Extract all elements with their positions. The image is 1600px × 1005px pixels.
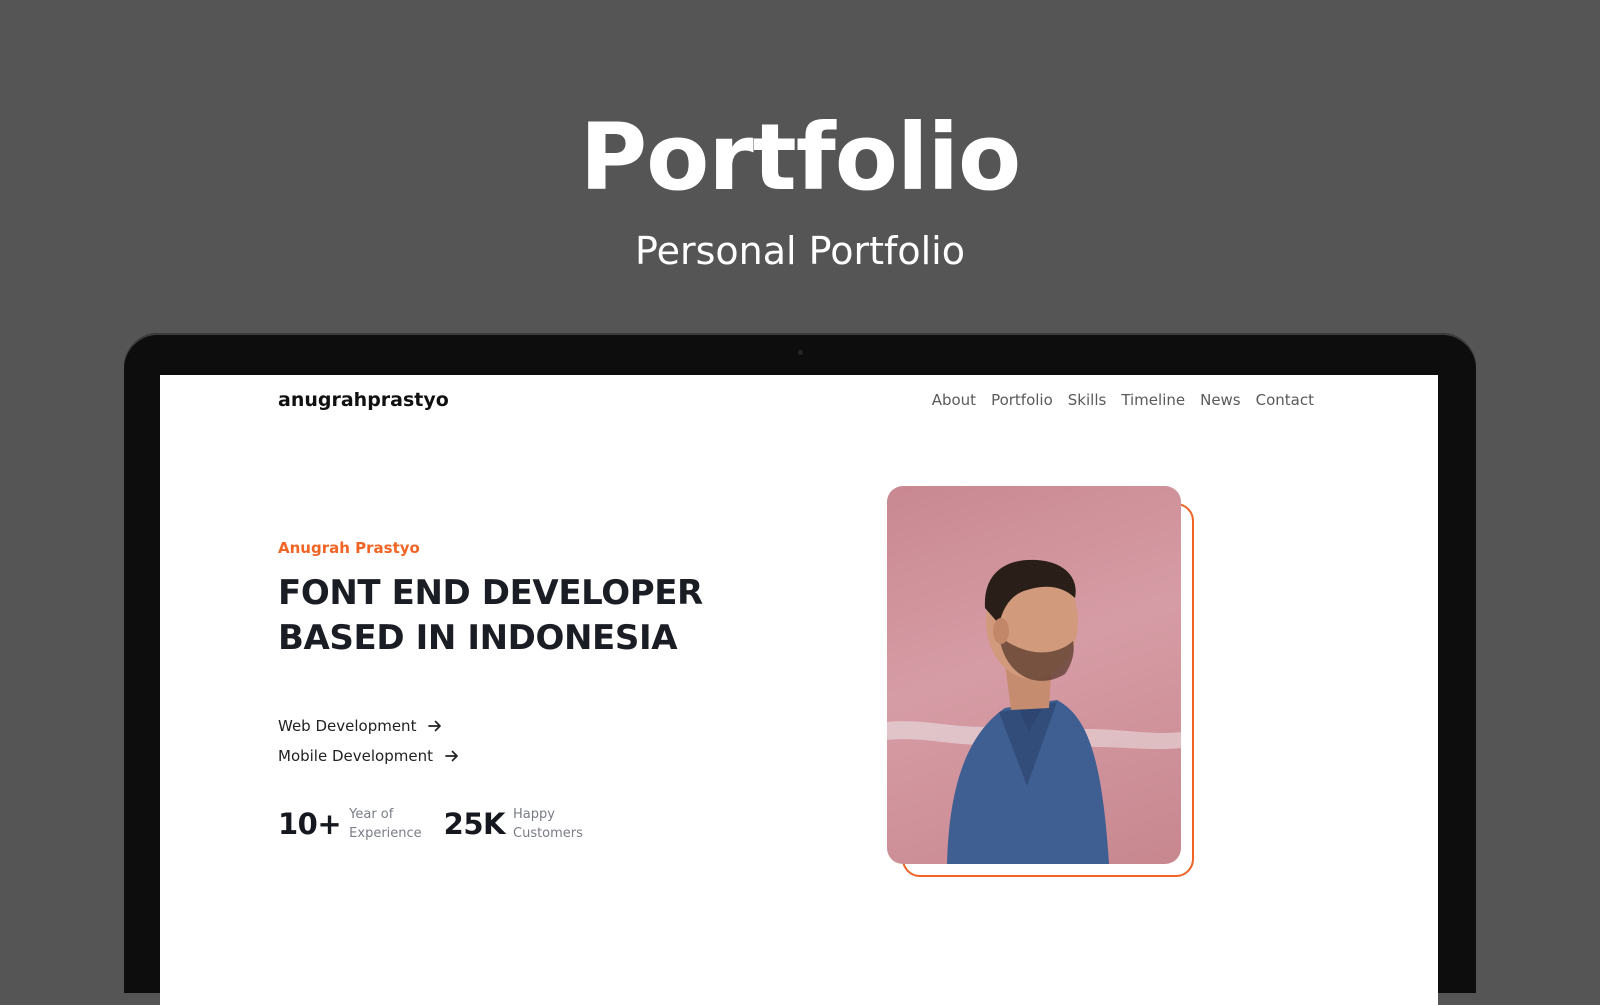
stat-label: Year of Experience bbox=[349, 805, 422, 843]
service-web-development[interactable]: Web Development bbox=[278, 711, 459, 741]
hero-name: Anugrah Prastyo bbox=[278, 539, 420, 557]
stat-value: 25K bbox=[443, 807, 506, 841]
nav-portfolio[interactable]: Portfolio bbox=[991, 391, 1053, 409]
website-screen: anugrahprastyo About Portfolio Skills Ti… bbox=[160, 375, 1438, 1005]
service-label: Mobile Development bbox=[278, 747, 433, 765]
arrow-right-icon bbox=[445, 749, 459, 763]
headline-line-2: BASED IN INDONESIA bbox=[278, 618, 678, 658]
site-logo[interactable]: anugrahprastyo bbox=[278, 389, 449, 411]
nav-contact[interactable]: Contact bbox=[1256, 391, 1314, 409]
hero-headline: FONT END DEVELOPER BASED IN INDONESIA bbox=[278, 571, 838, 661]
stat-value: 10+ bbox=[278, 807, 342, 841]
service-mobile-development[interactable]: Mobile Development bbox=[278, 741, 459, 771]
laptop-frame: anugrahprastyo About Portfolio Skills Ti… bbox=[124, 333, 1476, 1005]
stat-label-line-1: Year of bbox=[349, 807, 394, 822]
nav-timeline[interactable]: Timeline bbox=[1121, 391, 1185, 409]
nav-about[interactable]: About bbox=[932, 391, 976, 409]
stats: 10+ Year of Experience 25K Happy Custome… bbox=[278, 805, 583, 843]
stat-experience: 10+ Year of Experience bbox=[278, 805, 422, 843]
service-label: Web Development bbox=[278, 717, 417, 735]
nav-skills[interactable]: Skills bbox=[1068, 391, 1107, 409]
arrow-right-icon bbox=[428, 719, 442, 733]
banner-title: Portfolio bbox=[579, 104, 1022, 211]
nav-news[interactable]: News bbox=[1200, 391, 1241, 409]
stat-label-line-1: Happy bbox=[513, 807, 555, 822]
stat-label-line-2: Experience bbox=[349, 826, 422, 841]
headline-line-1: FONT END DEVELOPER bbox=[278, 573, 703, 613]
stat-label: Happy Customers bbox=[513, 805, 583, 843]
camera-icon bbox=[798, 350, 803, 355]
stat-label-line-2: Customers bbox=[513, 826, 583, 841]
profile-photo bbox=[887, 486, 1181, 864]
stat-customers: 25K Happy Customers bbox=[444, 805, 583, 843]
service-links: Web Development Mobile Development bbox=[278, 711, 459, 771]
main-nav: About Portfolio Skills Timeline News Con… bbox=[932, 391, 1314, 409]
banner-subtitle: Personal Portfolio bbox=[635, 229, 965, 273]
